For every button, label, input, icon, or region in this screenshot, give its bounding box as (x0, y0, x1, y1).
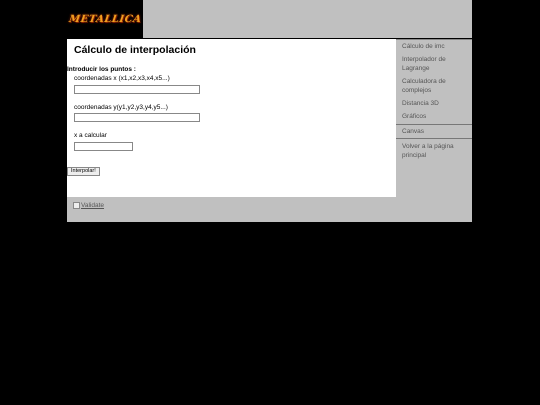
sidebar-item-graficos[interactable]: Gráficos (396, 110, 472, 123)
sidebar-item-canvas[interactable]: Canvas (396, 124, 472, 139)
validate-label: Validate (81, 202, 105, 209)
y-coordinates-input[interactable] (74, 113, 200, 122)
footer: Validate (67, 197, 472, 222)
x-coordinates-label: coordenadas x (x1,x2,x3,x4,x5...) (74, 75, 170, 82)
validate-link[interactable]: Validate (73, 202, 104, 209)
page-title: Cálculo de interpolación (74, 44, 196, 56)
form-heading: Introducir los puntos : (67, 66, 136, 73)
page-container: METALLICA Cálculo de interpolación Intro… (67, 0, 472, 222)
sidebar-item-volver[interactable]: Volver a la página principal (396, 140, 472, 162)
sidebar-nav: Cálculo de imc Interpolador de Lagrange … (396, 39, 472, 197)
sidebar-item-complejos[interactable]: Calculadora de complejos (396, 75, 472, 97)
interpolate-button[interactable]: Interpolar! (67, 167, 100, 176)
sidebar-item-distancia-3d[interactable]: Distancia 3D (396, 97, 472, 110)
x-coordinates-input[interactable] (74, 85, 200, 94)
x-calculate-label: x a calcular (74, 132, 107, 139)
broken-image-icon (73, 202, 80, 209)
site-logo[interactable]: METALLICA (67, 0, 143, 38)
y-coordinates-label: coordenadas y(y1,y2,y3,y4,y5...) (74, 104, 168, 111)
sidebar-item-imc[interactable]: Cálculo de imc (396, 40, 472, 53)
logo-text: METALLICA (68, 13, 142, 25)
main-content: Cálculo de interpolación Introducir los … (67, 39, 396, 197)
header-bar (143, 0, 472, 38)
sidebar-item-lagrange[interactable]: Interpolador de Lagrange (396, 53, 472, 75)
x-calculate-input[interactable] (74, 142, 133, 151)
